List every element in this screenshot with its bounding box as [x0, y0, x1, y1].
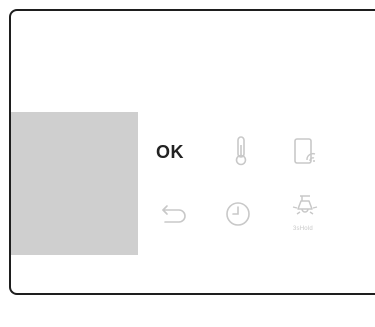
- ok-button[interactable]: OK: [156, 142, 184, 163]
- lamp-icon[interactable]: [289, 193, 321, 225]
- control-panel: OK 3sHold: [9, 9, 375, 295]
- thermometer-icon[interactable]: [233, 135, 249, 167]
- clock-timer-icon[interactable]: [224, 200, 252, 228]
- remote-tablet-wifi-icon[interactable]: [293, 138, 319, 166]
- back-arrow-icon[interactable]: [161, 202, 191, 226]
- display-screen: [11, 112, 138, 255]
- light-hold-caption: 3sHold: [293, 226, 313, 232]
